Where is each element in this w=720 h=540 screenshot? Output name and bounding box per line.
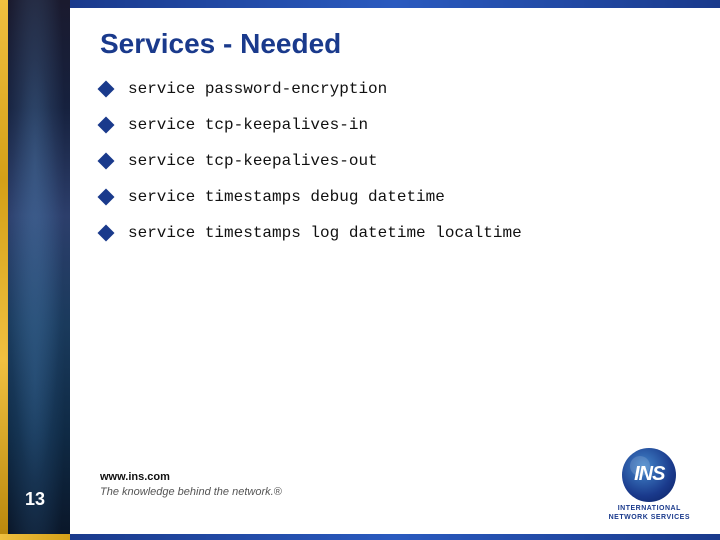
footer-text: www.ins.com The knowledge behind the net… [100,470,282,501]
ins-logo-text: INS [634,463,664,486]
sidebar-bottom-gold [0,534,70,540]
bottom-stripe [70,534,720,540]
item-text: service timestamps debug datetime [128,188,445,206]
footer-tagline: The knowledge behind the network.® [100,485,282,500]
slide-number: 13 [0,489,70,510]
item-text: service password-encryption [128,80,387,98]
item-text: service tcp-keepalives-out [128,152,378,170]
list-item: service timestamps debug datetime [100,188,690,206]
page-title: Services - Needed [100,28,690,60]
bullet-icon [98,189,115,206]
bullet-list: service password-encryption service tcp-k… [100,80,690,242]
bottom-bar: www.ins.com The knowledge behind the net… [70,440,720,534]
list-item: service password-encryption [100,80,690,98]
list-item: service tcp-keepalives-in [100,116,690,134]
ins-logo-label: INTERNATIONAL NETWORK SERVICES [609,504,690,522]
ins-logo: INS INTERNATIONAL NETWORK SERVICES [609,448,690,522]
bullet-icon [98,225,115,242]
item-text: service tcp-keepalives-in [128,116,368,134]
main-content: Services - Needed service password-encry… [70,0,720,540]
top-bar [70,0,720,8]
list-item: service tcp-keepalives-out [100,152,690,170]
ins-logo-circle: INS [622,448,676,502]
bullet-icon [98,153,115,170]
bullet-icon [98,81,115,98]
content-area: Services - Needed service password-encry… [70,8,720,440]
footer-url: www.ins.com [100,470,282,485]
bullet-icon [98,117,115,134]
item-text: service timestamps log datetime localtim… [128,224,522,242]
sidebar: 13 [0,0,70,540]
list-item: service timestamps log datetime localtim… [100,224,690,242]
sidebar-overlay [0,0,70,540]
